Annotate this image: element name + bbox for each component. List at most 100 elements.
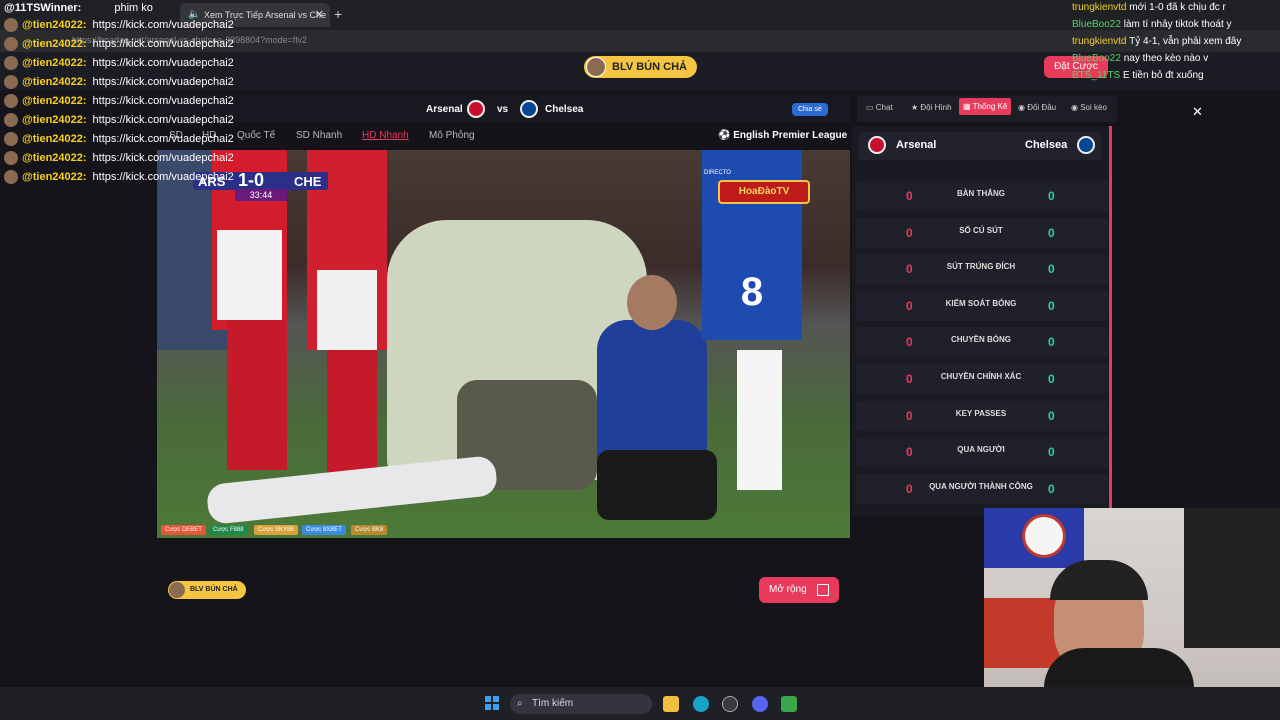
quality-tab-hd-fast[interactable]: HD Nhanh xyxy=(362,130,409,141)
shorts-1 xyxy=(217,230,282,320)
overlay-user: @11TSWinner: xyxy=(4,2,82,14)
stat-label: KEY PASSES xyxy=(955,408,1007,418)
avatar xyxy=(4,75,18,89)
right-chat-line: trungkienvtd Tỷ 4-1, vẫn phải xem đây xyxy=(1072,36,1241,47)
quality-tab-sim[interactable]: Mô Phỏng xyxy=(429,130,475,141)
stat-away-value: 0 xyxy=(1048,225,1055,240)
commentator-badge[interactable]: BLV BÚN CHẢ xyxy=(584,56,697,78)
right-chat-line: BlueBoo22 nay theo kèo nào v xyxy=(1072,53,1208,64)
chat-line: @tien24022: https://kick.com/vuadepchai2 xyxy=(4,94,234,112)
stat-away-value: 0 xyxy=(1048,262,1055,277)
stat-label: CHUYỀN BÓNG xyxy=(950,335,1011,345)
chat-message: E tiền bỏ đt xuống xyxy=(1122,70,1204,81)
stat-label: BÀN THẮNG xyxy=(957,189,1005,198)
score-away-code: CHE xyxy=(294,174,322,189)
home-team-name: Arsenal xyxy=(426,104,463,115)
bet-chip-8xbet[interactable]: Cược 8XBET xyxy=(302,525,346,535)
taskbar-search[interactable]: ⌕ Tìm kiếm xyxy=(510,694,652,714)
stat-home-value: 0 xyxy=(906,298,913,313)
chat-line: @tien24022: https://kick.com/vuadepchai2 xyxy=(4,151,234,169)
windows-start-icon[interactable] xyxy=(485,696,499,710)
stat-home-value: 0 xyxy=(906,262,913,277)
chat-username: trungkienvtd xyxy=(1072,2,1127,13)
chat-message: https://kick.com/vuadepchai2 xyxy=(92,170,234,183)
stat-label: KIỂM SOÁT BÓNG xyxy=(945,298,1017,308)
commentator-name: BLV BÚN CHẢ xyxy=(190,586,238,593)
odds-icon: ◉ xyxy=(1071,103,1081,112)
shirt-number-8: 8 xyxy=(740,270,764,314)
tab-chat-label: Chat xyxy=(875,103,893,112)
tab-lineup[interactable]: ★ Đội Hình xyxy=(911,103,952,112)
file-explorer-icon[interactable] xyxy=(663,696,679,712)
stat-away-value: 0 xyxy=(1048,408,1055,423)
chat-message: nay theo kèo nào v xyxy=(1123,53,1209,64)
stat-home-value: 0 xyxy=(906,225,913,240)
injured-player-head xyxy=(627,275,677,330)
obs-icon[interactable] xyxy=(722,696,738,712)
arsenal-crest-icon xyxy=(467,100,485,118)
right-chat-line: trungkienvtd mới 1-0 đã k chịu đc r xyxy=(1072,2,1226,13)
close-tab-icon[interactable]: ✕ xyxy=(315,8,324,21)
chat-line: @tien24022: https://kick.com/vuadepchai2 xyxy=(4,56,234,74)
chat-message: làm tí nhảy tiktok thoát y xyxy=(1123,19,1232,30)
bet-chip-debet[interactable]: Cược DEBET xyxy=(161,525,206,535)
chat-message: https://kick.com/vuadepchai2 xyxy=(92,132,234,145)
league-name: English Premier League xyxy=(733,130,848,141)
tab-odds[interactable]: ◉ Soi kèo xyxy=(1071,103,1107,112)
socks-2 xyxy=(327,350,377,480)
right-chat-line: BTS_11TS E tiền bỏ đt xuống xyxy=(1072,70,1204,81)
expand-icon xyxy=(817,584,829,596)
chelsea-crest-icon xyxy=(520,100,538,118)
chat-message: https://kick.com/vuadepchai2 xyxy=(92,56,234,69)
close-icon[interactable]: ✕ xyxy=(1192,104,1203,120)
directo-label: DIRECTO xyxy=(704,170,731,176)
league-label: ⚽ English Premier League xyxy=(718,130,847,141)
chat-username: @tien24022: xyxy=(22,94,87,107)
chat-line: @tien24022: https://kick.com/vuadepchai2 xyxy=(4,132,234,150)
score-value: 1-0 xyxy=(238,170,265,190)
bet-chip-bk8[interactable]: Cược BK8 xyxy=(351,525,388,535)
chat-username: @tien24022: xyxy=(22,56,87,69)
arsenal-crest-icon xyxy=(868,136,886,154)
commentator-badge-small[interactable]: BLV BÚN CHẢ xyxy=(168,581,246,599)
new-tab-icon[interactable]: + xyxy=(334,6,342,22)
bet-chip-sky88[interactable]: Cược SKY88 xyxy=(254,525,298,535)
away-team-name: Chelsea xyxy=(545,104,584,115)
chat-username: BlueBoo22 xyxy=(1072,19,1121,30)
vs-label: vs xyxy=(497,104,509,115)
chat-username: @tien24022: xyxy=(22,132,87,145)
stat-away-value: 0 xyxy=(1048,372,1055,386)
premier-league-icon: ⚽ xyxy=(718,130,734,141)
star-icon: ★ xyxy=(911,103,921,112)
tab-h2h[interactable]: ◉ Đối Đầu xyxy=(1018,103,1056,112)
medical-bag xyxy=(597,450,717,520)
discord-icon[interactable] xyxy=(752,696,768,712)
chat-message: https://kick.com/vuadepchai2 xyxy=(92,94,234,107)
chat-username: BlueBoo22 xyxy=(1072,53,1121,64)
stat-label: CHUYỀN CHÍNH XÁC xyxy=(940,372,1022,381)
avatar xyxy=(4,113,18,127)
chat-line: @tien24022: https://kick.com/vuadepchai2 xyxy=(4,18,234,36)
quality-tab-sd-fast[interactable]: SD Nhanh xyxy=(296,130,342,141)
stats-away-team: Chelsea xyxy=(1025,139,1068,151)
avatar xyxy=(4,170,18,184)
chelsea-crest-icon xyxy=(1077,136,1095,154)
tab-chat[interactable]: ▭ Chat xyxy=(866,103,893,112)
chat-username: trungkienvtd xyxy=(1072,36,1127,47)
chat-username: @tien24022: xyxy=(22,113,87,126)
share-button[interactable]: Chia sẻ xyxy=(792,103,828,116)
video-player[interactable]: 8 xyxy=(157,150,850,538)
chat-message: Tỷ 4-1, vẫn phải xem đây xyxy=(1129,36,1242,47)
tab-stats[interactable]: ▦ Thống Kê xyxy=(959,98,1012,115)
h2h-icon: ◉ xyxy=(1018,103,1028,112)
expand-button[interactable]: Mở rộng xyxy=(759,577,839,603)
chat-message: https://kick.com/vuadepchai2 xyxy=(92,75,234,88)
right-chat-line: BlueBoo22 làm tí nhảy tiktok thoát y xyxy=(1072,19,1232,30)
avatar xyxy=(4,132,18,146)
overlay-top-line: @11TSWinner: phim ko xyxy=(4,2,153,14)
quality-tab-intl[interactable]: Quốc Tế xyxy=(237,130,275,141)
edge-icon[interactable] xyxy=(693,696,709,712)
chat-username: @tien24022: xyxy=(22,170,87,183)
bet-chip-f888[interactable]: Cược F888 xyxy=(209,525,248,535)
app-icon[interactable] xyxy=(781,696,797,712)
